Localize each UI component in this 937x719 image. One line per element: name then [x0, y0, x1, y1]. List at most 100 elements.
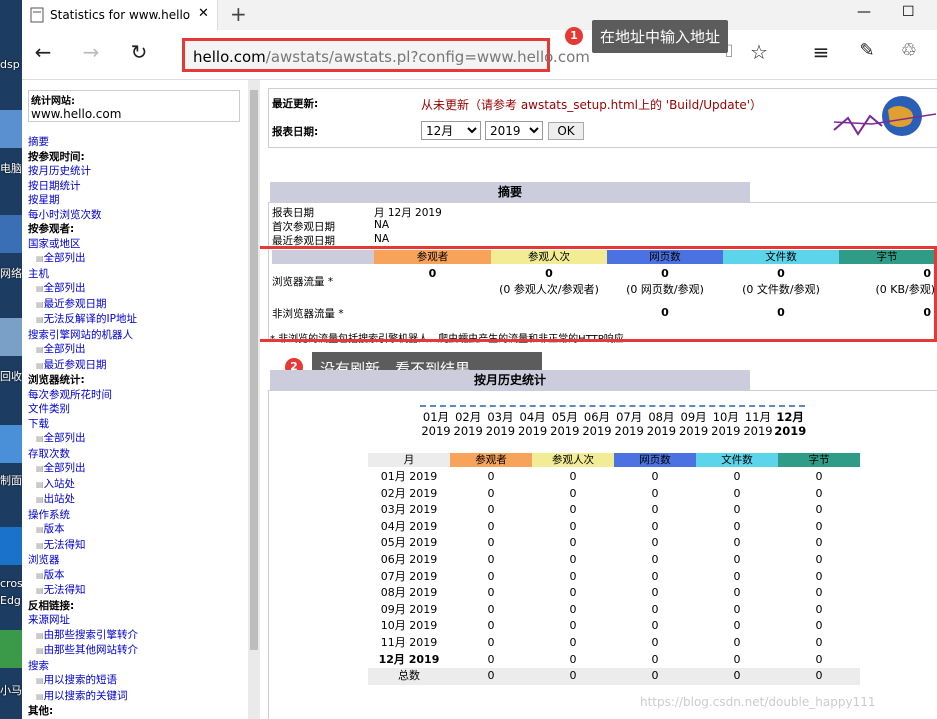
value-cell: 0 — [651, 602, 659, 616]
col-pages: 网页数 — [614, 453, 696, 467]
month-cell: 01月 2019 — [380, 470, 438, 483]
value-cell: 0 — [651, 569, 659, 583]
url-text: hello.com/awstats/awstats.pl?config=www.… — [193, 48, 590, 66]
desktop-label: 电脑 — [0, 162, 22, 175]
sidebar-link[interactable]: 最近参观日期 — [28, 358, 138, 374]
month-label: 02月 2019 — [453, 410, 483, 438]
sidebar-link[interactable]: 版本 — [28, 568, 138, 584]
sidebar-link[interactable]: 每次参观所花时间 — [28, 388, 138, 403]
desktop-label: 制面 — [0, 474, 22, 487]
sidebar-link[interactable]: 按星期 — [28, 193, 138, 208]
sidebar-link[interactable]: 国家或地区 — [28, 237, 138, 252]
col-bytes: 字节 — [778, 453, 860, 467]
value-cell: 0 — [569, 553, 577, 566]
site-box: 统计网站: www.hello.com — [28, 90, 240, 122]
back-icon[interactable]: ← — [28, 40, 58, 64]
value-cell: 0 — [450, 668, 532, 685]
sidebar-link[interactable]: 按月历史统计 — [28, 164, 138, 179]
value-cell: 0 — [569, 586, 577, 600]
value-cell: 0 — [733, 470, 741, 483]
value-cell: 0 — [815, 470, 823, 483]
minimize-icon[interactable]: — — [857, 4, 871, 20]
sidebar-link[interactable]: 出站处 — [28, 492, 138, 508]
sidebar-link[interactable]: 操作系统 — [28, 508, 138, 523]
computer-icon[interactable] — [0, 110, 22, 148]
last-visit-v: NA — [374, 233, 390, 245]
sidebar-link[interactable]: 版本 — [28, 522, 138, 538]
month-year: 2019 — [421, 424, 451, 438]
value-cell: 0 — [733, 553, 741, 566]
sidebar-link[interactable]: 来源网址 — [28, 613, 138, 628]
maximize-icon[interactable]: ☐ — [902, 4, 915, 20]
value-cell: 0 — [815, 553, 823, 566]
sidebar-link[interactable]: 由那些其他网站转介 — [28, 643, 139, 659]
sidebar-link[interactable]: 全部列出 — [28, 342, 138, 358]
url-field[interactable]: hello.com/awstats/awstats.pl?config=www.… — [182, 38, 590, 72]
sidebar-link[interactable]: 主机 — [28, 267, 138, 282]
scrollbar-thumb[interactable] — [250, 90, 258, 650]
sidebar-link[interactable]: 无法得知 — [28, 583, 138, 599]
web-note-icon[interactable]: ✎ — [852, 40, 882, 61]
browser-tab[interactable]: Statistics for www.hello.c ✕ — [22, 0, 218, 30]
refresh-icon[interactable]: ↻ — [124, 40, 154, 64]
app-icon[interactable] — [0, 630, 22, 668]
sidebar-link[interactable]: 按日期统计 — [28, 179, 138, 194]
edge-icon[interactable] — [0, 527, 22, 565]
value-cell: 0 — [651, 536, 659, 550]
value-cell: 0 — [487, 569, 495, 583]
sidebar-link[interactable]: 入站处 — [28, 477, 138, 493]
month-cell: 08月 2019 — [380, 586, 438, 600]
hub-icon[interactable]: ≡ — [806, 40, 836, 64]
close-tab-icon[interactable]: ✕ — [198, 6, 209, 21]
month-year: 2019 — [774, 424, 807, 438]
sidebar-link[interactable]: 摘要 — [28, 135, 138, 150]
sidebar-link[interactable]: 由那些搜索引擎转介 — [28, 628, 139, 644]
value-cell: 0 — [487, 553, 495, 566]
sidebar-link[interactable]: 无法得知 — [28, 538, 138, 554]
last-update-label: 最近更新: — [272, 98, 319, 110]
share-icon[interactable]: ♲ — [894, 40, 924, 61]
sidebar-link[interactable]: 全部列出 — [28, 461, 138, 477]
sidebar-link[interactable]: 下载 — [28, 417, 138, 432]
col-files: 文件数 — [696, 453, 778, 467]
sidebar-link[interactable]: 存取次数 — [28, 447, 138, 462]
sidebar-link[interactable]: 全部列出 — [28, 281, 138, 297]
sidebar-link[interactable]: 全部列出 — [28, 431, 138, 447]
sidebar-link[interactable]: 文件类别 — [28, 402, 138, 417]
value-cell: 0 — [651, 503, 659, 517]
desktop-strip: dsp 电脑 网络 回收 制面 cros Edg 小马 — [0, 0, 22, 719]
sidebar-link[interactable]: 搜索 — [28, 659, 138, 674]
desktop-label: 回收 — [0, 370, 22, 383]
sidebar-section-heading: 按参观时间: — [28, 150, 85, 163]
summary-title: 摘要 — [270, 182, 750, 202]
forward-icon[interactable]: → — [76, 40, 106, 64]
value-cell: 0 — [733, 602, 741, 616]
recycle-bin-icon[interactable] — [0, 318, 22, 356]
ok-button[interactable]: OK — [548, 122, 584, 140]
sidebar-link[interactable]: 每小时浏览次数 — [28, 208, 138, 223]
month-year: 2019 — [485, 424, 516, 438]
sidebar-link[interactable]: 无法反解译的IP地址 — [28, 312, 138, 328]
watermark: https://blog.csdn.net/double_happy111 — [640, 695, 876, 709]
sidebar-link[interactable]: 用以搜索的关键词 — [28, 689, 138, 705]
value-cell: 0 — [733, 536, 741, 550]
month-cell: 02月 2019 — [380, 486, 438, 500]
desktop-label: cros — [0, 577, 22, 590]
desktop-label: Edg — [0, 594, 21, 607]
month-select[interactable]: 12月 — [421, 121, 481, 140]
sidebar-link[interactable]: 用以搜索的短语 — [28, 673, 138, 689]
new-tab-icon[interactable]: + — [230, 2, 247, 26]
month-label: 10月 2019 — [711, 410, 741, 438]
month-label: 12月 2019 — [774, 410, 807, 438]
year-select[interactable]: 2019 — [485, 121, 543, 140]
network-icon[interactable] — [0, 215, 22, 253]
control-panel-icon[interactable] — [0, 425, 22, 463]
sidebar-link[interactable]: 全部列出 — [28, 251, 138, 267]
sidebar-link[interactable]: 搜索引擎网站的机器人 — [28, 328, 138, 343]
address-bar-row: ← → ↻ hello.com/awstats/awstats.pl?confi… — [22, 30, 937, 80]
value-cell: 0 — [815, 569, 823, 583]
sidebar-link[interactable]: 最近参观日期 — [28, 297, 138, 313]
sidebar-link[interactable]: 浏览器 — [28, 553, 138, 568]
sidebar-section-heading: 其他: — [28, 705, 54, 717]
favorite-star-icon[interactable]: ☆ — [744, 40, 774, 64]
